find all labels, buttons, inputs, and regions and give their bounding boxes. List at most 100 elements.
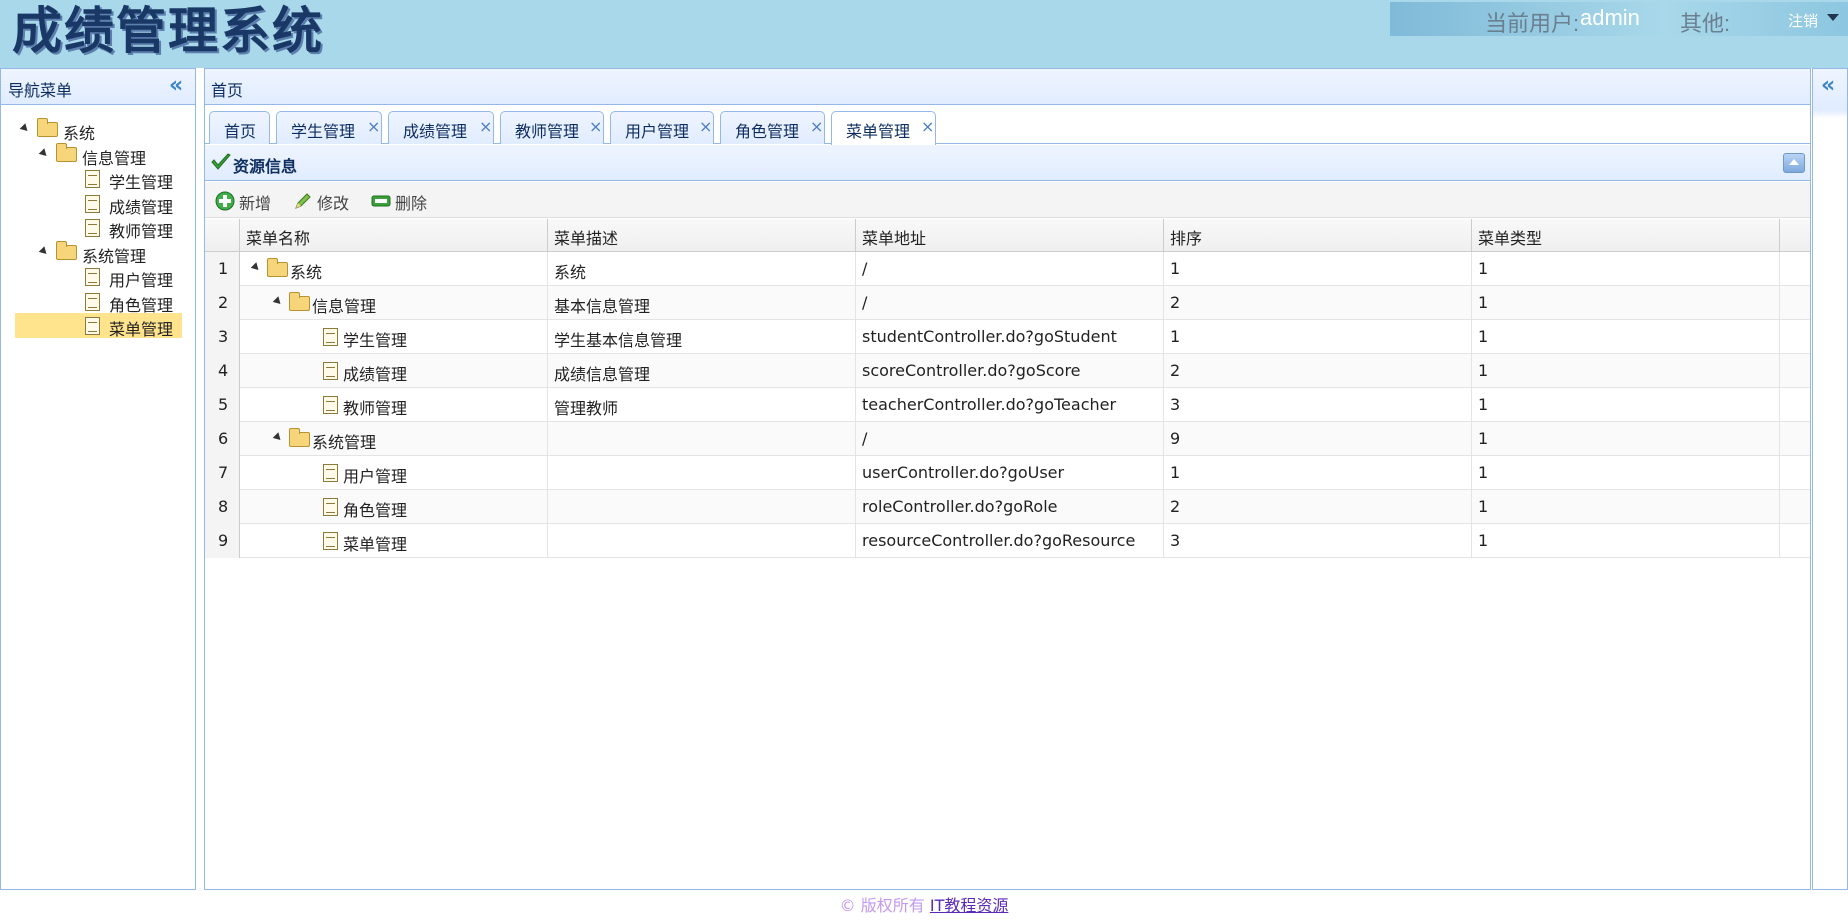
tab-item[interactable]: 学生管理 × [276,111,382,144]
file-icon [85,292,100,311]
menu-type-cell: 1 [1472,524,1780,558]
menu-order-cell: 2 [1164,490,1472,524]
column-header[interactable]: 菜单名称 [240,219,548,252]
footer-link[interactable]: IT教程资源 [930,896,1009,915]
nav-tree-item[interactable]: 角色管理 [1,289,195,315]
expand-right-icon[interactable]: « [1821,75,1835,97]
resource-grid: 菜单名称 菜单描述 菜单地址 排序 菜单类型 1 系统 系统/1 1 2 信息管理 基本信息管理/2… [205,219,1810,558]
app-header: 成绩管理系统 当前用户: admin 其他: 注销 [0,0,1848,68]
table-row[interactable]: 3 学生管理 学生基本信息管理 studentController.do?goStud… [205,320,1810,354]
caret-down-icon[interactable] [1827,14,1839,21]
menu-url-cell: / [856,286,1164,320]
menu-order-cell: 1 [1164,456,1472,490]
menu-desc-cell: 成绩信息管理 [548,354,856,388]
row-number: 7 [218,463,229,482]
column-header[interactable]: 菜单描述 [548,219,856,252]
delete-button[interactable]: 删除 [367,182,433,218]
close-icon[interactable]: × [921,117,934,136]
close-icon[interactable]: × [479,117,492,136]
table-row[interactable]: 9 菜单管理 resourceController.do?goResource 3 1 [205,524,1810,558]
add-button[interactable]: 新增 [211,182,273,218]
expand-toggle-icon[interactable] [272,296,284,307]
folder-icon [56,142,77,162]
tab-item[interactable]: 成绩管理 × [388,111,494,144]
edit-button[interactable]: 修改 [289,182,351,218]
column-header[interactable]: 菜单地址 [856,219,1164,252]
delete-label: 删除 [395,194,428,213]
column-header[interactable]: 菜单类型 [1472,219,1780,252]
close-icon[interactable]: × [589,117,602,136]
column-header[interactable]: 排序 [1164,219,1472,252]
menu-type: 1 [1478,429,1489,448]
menu-order-cell: 9 [1164,422,1472,456]
tab-item[interactable]: 用户管理 × [610,111,714,144]
table-row[interactable]: 5 教师管理 管理教师 teacherController.do?goTeacher 3… [205,388,1810,422]
menu-url-cell: / [856,252,1164,286]
logout-link[interactable]: 注销 [1788,10,1818,31]
expand-toggle-icon[interactable] [38,245,50,257]
row-number-header [205,219,240,252]
grid-toolbar: 新增 修改 删除 [205,182,1810,218]
menu-order-cell: 2 [1164,354,1472,388]
tab-item[interactable]: 角色管理 × [720,111,825,144]
panel-collapse-button[interactable] [1783,153,1805,173]
tab-label: 用户管理 [625,122,690,141]
menu-url: studentController.do?goStudent [862,327,1117,346]
menu-url: roleController.do?goRole [862,497,1058,516]
east-collapsed-panel[interactable]: « [1812,68,1848,890]
collapse-left-icon[interactable]: « [169,75,183,97]
nav-tree: 系统 信息管理 学生管理 成绩管理教师管理 系统管理 用户管理角色管理 菜单管理 [1,117,195,339]
nav-tree-item[interactable]: 成绩管理 [1,191,195,217]
folder-icon [56,240,77,260]
nav-tree-item[interactable]: 教师管理 [1,215,195,241]
tab-item[interactable]: 教师管理 × [500,111,604,144]
row-number: 2 [218,293,229,312]
nav-tree-item[interactable]: 信息管理 [1,142,195,168]
menu-order: 1 [1170,463,1181,482]
table-row[interactable]: 8 角色管理 roleController.do?goRole 2 1 [205,490,1810,524]
nav-tree-item[interactable]: 系统 [1,117,195,143]
resource-panel-title: 资源信息 [233,157,298,176]
table-row[interactable]: 2 信息管理 基本信息管理 / 2 1 [205,286,1810,320]
nav-tree-item[interactable]: 学生管理 [1,166,195,192]
main-title: 首页 [211,81,244,100]
table-row[interactable]: 1 系统 系统 / 1 1 [205,252,1810,286]
nav-tree-item[interactable]: 菜单管理 [15,313,182,339]
nav-tree-label: 角色管理 [109,295,174,315]
row-number-cell: 1 [205,252,240,286]
close-icon[interactable]: × [367,117,380,136]
add-icon [215,191,235,211]
file-icon [85,170,100,188]
menu-name: 信息管理 [312,297,377,316]
tab-item[interactable]: 首页 [209,111,270,144]
menu-type: 1 [1478,327,1489,346]
user-bar: 当前用户: admin 其他: 注销 [1390,2,1848,36]
nav-tree-item[interactable]: 系统管理 [1,240,195,266]
menu-order-cell: 1 [1164,320,1472,354]
menu-name-cell: 菜单管理 [240,524,548,558]
expand-toggle-icon[interactable] [272,432,284,443]
menu-url: teacherController.do?goTeacher [862,395,1117,414]
menu-desc-cell: 学生基本信息管理 [548,320,856,354]
nav-tree-label: 教师管理 [109,222,174,241]
menu-name-cell: 信息管理 [240,286,548,320]
menu-name-cell: 系统管理 [240,422,548,456]
grid-body: 1 系统 系统 / 1 1 2 信息管理 基本信息管理 / 2 1 3 学生管理 学生基本信息管理 stude… [205,252,1810,558]
file-icon [323,396,338,414]
nav-tree-item[interactable]: 用户管理 [1,264,195,290]
table-row[interactable]: 6 系统管理 / 9 1 [205,422,1810,456]
menu-type: 1 [1478,259,1489,278]
tab-item[interactable]: 菜单管理 × [831,111,936,145]
expand-toggle-icon[interactable] [19,123,31,134]
menu-url: scoreController.do?goScore [862,361,1081,380]
close-icon[interactable]: × [699,117,712,136]
menu-desc-cell: 系统 [548,252,856,286]
close-icon[interactable]: × [810,117,823,136]
row-number: 1 [218,259,229,278]
table-row[interactable]: 7 用户管理 userController.do?goUser 1 1 [205,456,1810,490]
table-row[interactable]: 4 成绩管理 成绩信息管理 scoreController.do?goScore 2 1 [205,354,1810,388]
nav-header: 导航菜单 « [1,69,195,105]
expand-toggle-icon[interactable] [250,262,262,273]
row-number-cell: 2 [205,286,240,320]
expand-toggle-icon[interactable] [38,147,50,159]
